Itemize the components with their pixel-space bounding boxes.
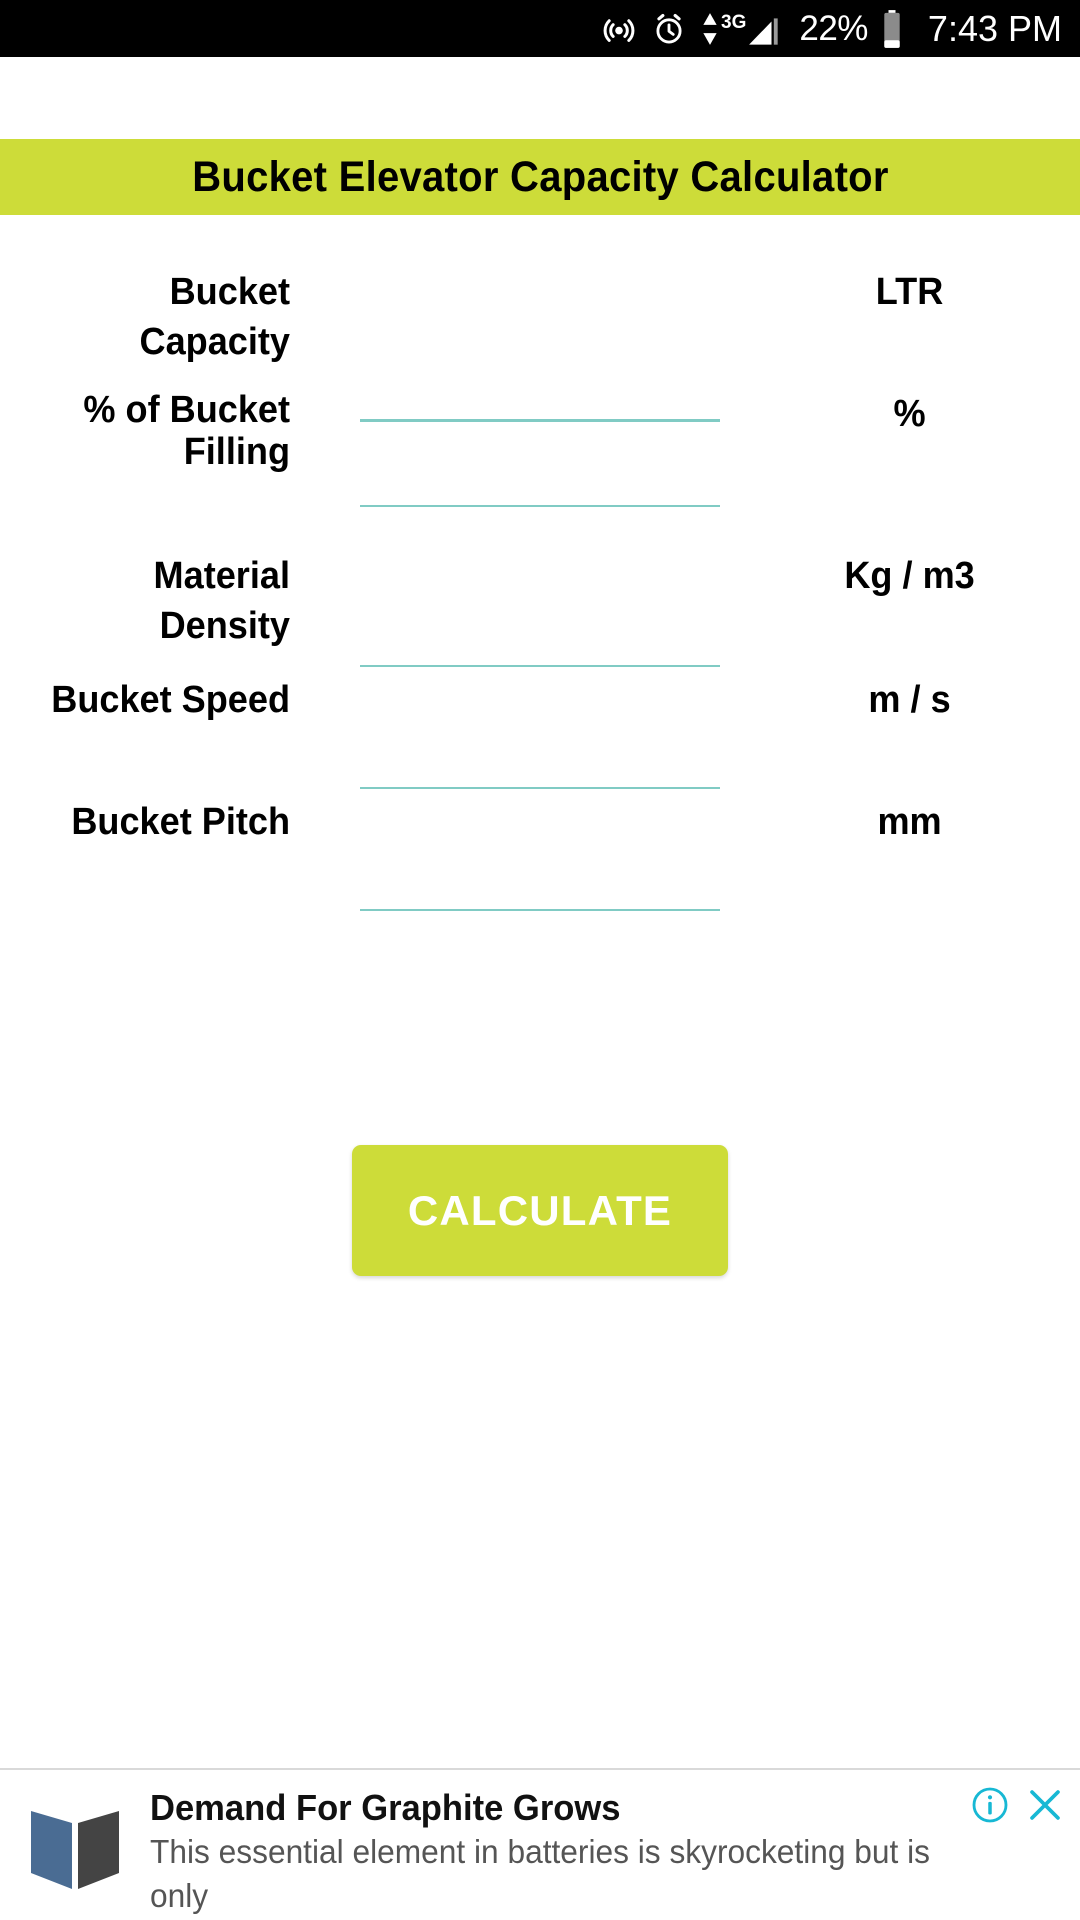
battery-icon — [881, 8, 903, 50]
hotspot-icon — [600, 10, 638, 48]
status-bar-clock: 7:43 PM — [927, 7, 1062, 49]
network-type-label: 3G — [721, 11, 747, 33]
label-bucket-speed: Bucket Speed — [51, 679, 290, 721]
ad-banner[interactable]: Demand For Graphite Grows This essential… — [0, 1768, 1080, 1920]
ad-controls — [970, 1784, 1066, 1826]
alarm-clock-icon — [651, 11, 687, 47]
ad-logo — [0, 1770, 150, 1920]
unit-material-density: Kg / m3 — [844, 555, 975, 597]
info-icon[interactable] — [970, 1785, 1010, 1825]
form-row-bucket-pitch: Bucket Pitch mm — [0, 761, 1080, 911]
unit-bucket-speed: m / s — [868, 679, 951, 721]
app-title-bar: Bucket Elevator Capacity Calculator — [0, 139, 1080, 215]
mobile-data-indicator: 3G — [700, 9, 780, 49]
ad-copy: Demand For Graphite Grows This essential… — [150, 1770, 1080, 1920]
ad-body-line-1: This essential element in batteries is s… — [150, 1833, 931, 1914]
form-row-bucket-filling: % of Bucket Filling % — [0, 355, 1080, 515]
data-transfer-arrows-icon — [700, 9, 720, 49]
calculator-form: Bucket Capacity LTR % of Bucket Filling … — [0, 215, 1080, 911]
status-bar-icons: 3G 22% 7:43 PM — [600, 8, 1062, 50]
input-bucket-pitch[interactable] — [360, 859, 720, 911]
close-icon[interactable] — [1024, 1784, 1066, 1826]
input-wrap-bucket-pitch — [360, 859, 720, 911]
label-bucket-capacity: Bucket Capacity — [139, 271, 290, 363]
input-bucket-filling[interactable] — [360, 455, 720, 507]
page-title: Bucket Elevator Capacity Calculator — [191, 152, 889, 201]
battery-percent-label: 22% — [799, 9, 868, 48]
unit-bucket-capacity: LTR — [875, 271, 944, 313]
form-row-bucket-speed: Bucket Speed m / s — [0, 639, 1080, 789]
form-row-material-density: Material Density Kg / m3 — [0, 515, 1080, 667]
calculate-button[interactable]: CALCULATE — [352, 1145, 728, 1276]
unit-bucket-pitch: mm — [877, 801, 942, 843]
input-wrap-bucket-filling — [360, 455, 720, 507]
signal-bars-icon — [746, 11, 780, 49]
form-row-bucket-capacity: Bucket Capacity LTR — [0, 215, 1080, 422]
ad-headline: Demand For Graphite Grows — [150, 1787, 621, 1828]
label-bucket-pitch: Bucket Pitch — [71, 801, 290, 843]
unit-bucket-filling: % — [893, 393, 926, 435]
label-material-density: Material Density — [153, 555, 290, 647]
status-bar: 3G 22% 7:43 PM — [0, 0, 1080, 57]
label-bucket-filling: % of Bucket Filling — [83, 389, 291, 473]
